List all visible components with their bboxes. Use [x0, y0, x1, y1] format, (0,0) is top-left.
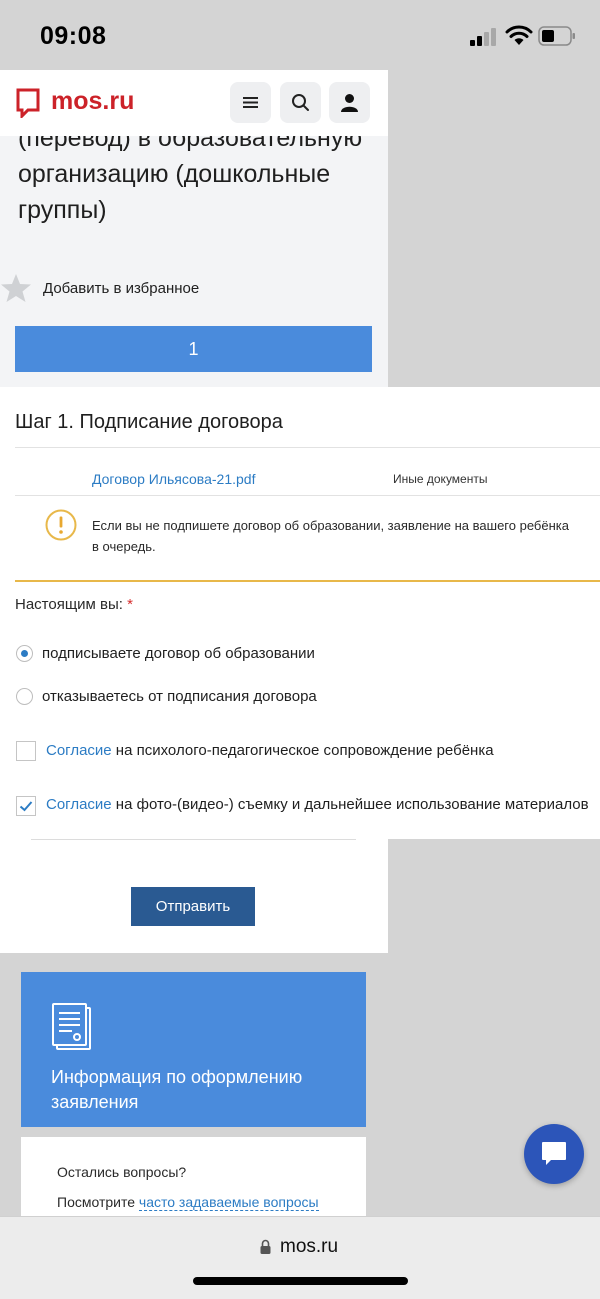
choice-label: Настоящим вы: *	[15, 596, 133, 613]
divider	[15, 447, 600, 448]
consent-link[interactable]: Согласие	[46, 742, 112, 759]
consent-photo-label: Согласие на фото-(видео-) съемку и дальн…	[46, 796, 600, 818]
consent-psych-label: Согласие на психолого-педагогическое соп…	[46, 742, 494, 759]
profile-button[interactable]	[329, 82, 370, 123]
checkmark-icon	[19, 801, 33, 812]
consent-photo-checkbox[interactable]	[16, 796, 36, 816]
step-number: 1	[188, 339, 199, 359]
user-icon	[341, 94, 358, 112]
radio-sign-label[interactable]: подписываете договор об образовании	[42, 645, 315, 662]
faq-link[interactable]: часто задаваемые вопросы	[138, 1194, 319, 1211]
faq-panel	[21, 1137, 366, 1227]
menu-icon	[243, 97, 258, 108]
title-area: (перевод) в образовательную организацию …	[0, 136, 388, 256]
chat-icon	[542, 1142, 566, 1165]
warning-line: в очередь.	[92, 539, 156, 554]
consent-link[interactable]: Согласие	[46, 796, 112, 813]
divider	[15, 495, 600, 496]
divider	[31, 839, 356, 840]
document-link[interactable]: Договор Ильясова-21.pdf	[92, 471, 255, 487]
warning-line: Если вы не подпишете договор об образова…	[92, 518, 569, 533]
faq-prefix: Посмотрите	[57, 1194, 139, 1210]
radio-refuse[interactable]	[16, 688, 33, 705]
warning-divider	[15, 580, 600, 582]
faq-line: Посмотрите часто задаваемые вопросы	[57, 1194, 319, 1211]
radio-refuse-label[interactable]: отказываетесь от подписания договора	[42, 688, 317, 705]
warning-text: Если вы не подпишете договор об образова…	[92, 515, 600, 557]
star-icon[interactable]	[0, 272, 32, 304]
menu-button[interactable]	[230, 82, 271, 123]
chat-button[interactable]	[524, 1124, 584, 1184]
lock-icon	[260, 1239, 271, 1254]
logo-icon[interactable]	[16, 88, 40, 118]
consent-psych-checkbox[interactable]	[16, 741, 36, 761]
choice-label-text: Настоящим вы:	[15, 596, 123, 613]
required-mark: *	[127, 596, 133, 613]
info-title[interactable]: Информация по оформлению заявления	[51, 1065, 351, 1115]
step-heading: Шаг 1. Подписание договора	[15, 411, 283, 433]
search-button[interactable]	[280, 82, 321, 123]
submit-button[interactable]: Отправить	[131, 887, 255, 926]
status-time: 09:08	[40, 22, 107, 50]
document-icon	[52, 1003, 91, 1050]
logo-text[interactable]: mos.ru	[51, 87, 134, 116]
battery-icon	[538, 26, 575, 46]
radio-sign[interactable]	[16, 645, 33, 662]
document-type: Иные документы	[393, 472, 488, 486]
url-text[interactable]: mos.ru	[280, 1236, 338, 1258]
step-form	[0, 387, 600, 839]
consent-photo-text: на фото-(видео-) съемку и дальнейшее исп…	[111, 796, 589, 813]
add-to-favorites-link[interactable]: Добавить в избранное	[43, 280, 199, 297]
page-title: (перевод) в образовательную организацию …	[18, 136, 363, 224]
search-icon	[292, 94, 309, 111]
wifi-icon	[505, 25, 533, 45]
home-indicator[interactable]	[193, 1277, 408, 1285]
consent-psych-text: на психолого-педагогическое сопровождени…	[111, 742, 494, 759]
signal-icon	[470, 28, 498, 46]
warning-icon	[45, 509, 77, 541]
faq-question: Остались вопросы?	[57, 1164, 187, 1180]
